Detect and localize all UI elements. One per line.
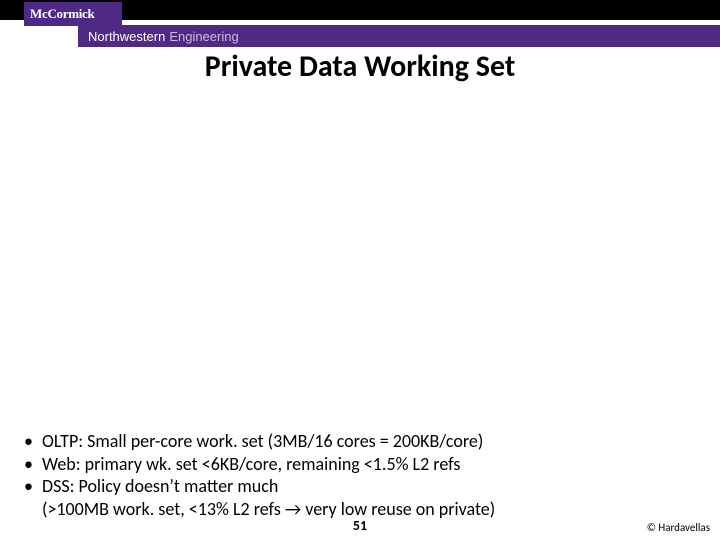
copyright-text: © Hardavellas	[647, 521, 710, 534]
bullet-dot: •	[20, 475, 42, 498]
bullet-list: • OLTP: Small per-core work. set (3MB/16…	[20, 430, 700, 520]
subbrand-northwestern: Northwestern	[88, 29, 165, 44]
list-item: • OLTP: Small per-core work. set (3MB/16…	[20, 430, 700, 453]
list-item: • Web: primary wk. set <6KB/core, remain…	[20, 453, 700, 476]
bullet-dot: •	[20, 430, 42, 453]
bullet-dot: •	[20, 453, 42, 476]
logo-text: McCormick	[30, 6, 94, 22]
subbrand-engineering: Engineering	[169, 29, 238, 44]
northwestern-engineering-bar: Northwestern Engineering	[78, 25, 720, 47]
bullet-text: Web: primary wk. set <6KB/core, remainin…	[42, 453, 700, 476]
list-item: • DSS: Policy doesn’t matter much	[20, 475, 700, 498]
mccormick-logo: McCormick	[24, 2, 122, 26]
page-number: 51	[0, 517, 720, 534]
bullet-text: OLTP: Small per-core work. set (3MB/16 c…	[42, 430, 700, 453]
slide-title: Private Data Working Set	[0, 48, 720, 85]
bullet-text: DSS: Policy doesn’t matter much	[42, 475, 700, 498]
